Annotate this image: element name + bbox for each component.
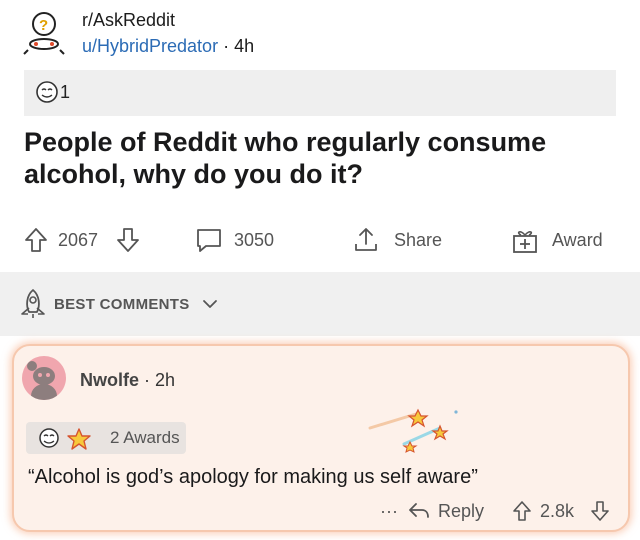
comment-bubble-icon: [197, 229, 221, 252]
reply-button[interactable]: Reply: [408, 496, 484, 526]
commenter-avatar[interactable]: [22, 356, 66, 400]
chevron-down-icon: [203, 300, 217, 308]
meta-separator: ·: [223, 36, 230, 56]
post-actions: 2067 3050 Share Award: [0, 222, 640, 258]
gift-icon: [513, 231, 537, 253]
sort-label: BEST COMMENTS: [54, 296, 190, 313]
share-icon: [355, 228, 377, 251]
shooting-stars-decoration-icon: [368, 408, 458, 453]
post-meta: u/HybridPredator · 4h: [82, 36, 254, 57]
svg-text:?: ?: [39, 17, 48, 34]
downvote-arrow-icon: [117, 228, 139, 252]
comment-score: 2.8k: [540, 500, 575, 521]
post-awards-bar[interactable]: 1: [24, 70, 616, 116]
downvote-button[interactable]: [116, 222, 140, 258]
rocket-icon: [21, 289, 45, 318]
wholesome-award-icon: [36, 81, 58, 103]
upvote-count: 2067: [58, 229, 99, 250]
post-age: 4h: [234, 36, 255, 56]
comment-body: “Alcohol is god’s apology for making us …: [28, 466, 478, 488]
upvote-arrow-icon: [25, 228, 47, 252]
award-button[interactable]: Award: [510, 222, 603, 258]
star-award-icon: [67, 428, 91, 450]
reply-arrow-icon: [409, 503, 429, 518]
comment-author[interactable]: Nwolfe: [80, 370, 139, 390]
askreddit-logo-icon: ?: [23, 12, 65, 55]
subreddit-avatar[interactable]: ?: [22, 10, 70, 56]
comment-actions: ··· Reply 2.8k: [380, 496, 620, 526]
upvote-button[interactable]: [24, 222, 48, 258]
comment-upvote-button[interactable]: [512, 496, 532, 526]
awards-label: 2 Awards: [110, 428, 180, 447]
subreddit-name[interactable]: r/AskReddit: [82, 10, 175, 31]
comments-button[interactable]: 3050: [194, 222, 274, 258]
downvote-arrow-icon: [591, 501, 609, 521]
more-options-button[interactable]: ···: [380, 496, 398, 526]
comment-meta: Nwolfe · 2h: [80, 370, 175, 391]
reply-label: Reply: [438, 500, 485, 521]
share-label: Share: [394, 229, 443, 250]
post-author[interactable]: u/HybridPredator: [82, 36, 218, 56]
meta-separator: ·: [144, 370, 151, 390]
comment-age: 2h: [155, 370, 176, 390]
snoo-avatar-icon: [27, 361, 57, 400]
comment-count: 3050: [234, 229, 275, 250]
award-label: Award: [552, 229, 603, 250]
upvote-arrow-icon: [513, 501, 531, 521]
comment-sort-bar[interactable]: BEST COMMENTS: [0, 272, 640, 336]
wholesome-award-icon: [39, 428, 59, 448]
post-title[interactable]: People of Reddit who regularly consume a…: [24, 126, 614, 190]
award-count: 1: [60, 82, 71, 102]
share-button[interactable]: Share: [352, 222, 442, 258]
comment-downvote-button[interactable]: [590, 496, 610, 526]
comment-awards-chip[interactable]: 2 Awards: [26, 422, 186, 454]
